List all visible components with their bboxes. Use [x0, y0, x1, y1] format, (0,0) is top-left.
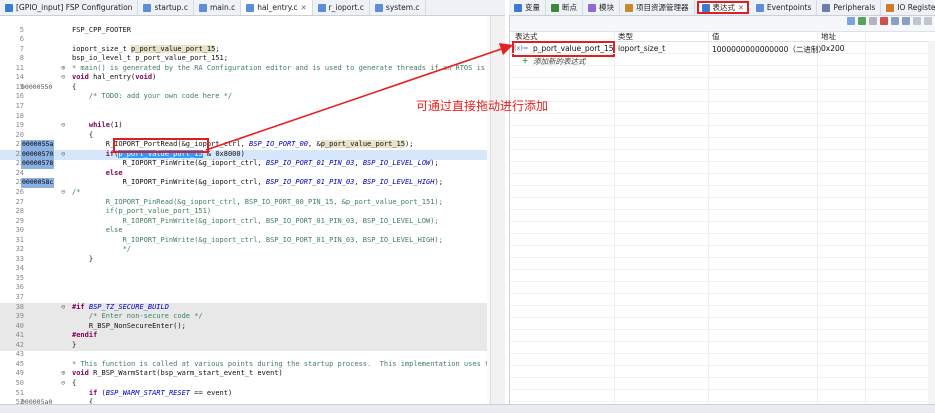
- annotation-text: 可通过直接拖动进行添加: [416, 99, 549, 113]
- drag-arrow: [205, 43, 514, 151]
